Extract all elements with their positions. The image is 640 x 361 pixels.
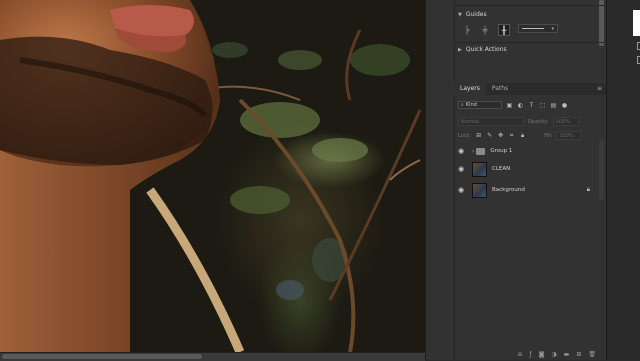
folder-icon xyxy=(476,147,486,155)
align-guides-left-icon[interactable]: ╞ xyxy=(462,25,472,35)
smart-object-filter-icon[interactable]: ▤ xyxy=(550,102,557,109)
lock-transparent-icon[interactable]: ⊞ xyxy=(475,132,482,139)
lock-position-icon[interactable]: ✥ xyxy=(497,132,504,139)
blend-opacity-row: Normal Opacity: 100% xyxy=(458,117,579,126)
layers-panel-tabs: Layers Paths ≡ xyxy=(454,83,606,95)
properties-scrollbar[interactable] xyxy=(599,0,604,46)
layers-bottom-bar: ⊖ ƒ ◙ ◑ ▬ ⊞ 🗑︎ xyxy=(454,348,606,360)
quick-actions-label: Quick Actions xyxy=(465,46,507,53)
layer-name: Group 1 xyxy=(490,148,513,154)
fill-label: Fill: xyxy=(544,132,553,139)
color-swatch[interactable] xyxy=(633,10,640,36)
trash-icon[interactable]: 🗑︎ xyxy=(588,351,596,358)
layers-scrollbar[interactable] xyxy=(599,140,604,200)
tool-strip xyxy=(606,0,640,360)
blend-mode-select[interactable]: Normal xyxy=(458,117,524,126)
eye-icon[interactable]: ◉ xyxy=(454,147,468,155)
canvas-photo xyxy=(0,0,422,352)
chevron-down-icon: ▾ xyxy=(551,25,554,32)
properties-separator xyxy=(454,5,604,6)
tab-layers[interactable]: Layers xyxy=(454,83,486,95)
guides-section-header[interactable]: ▼ Guides xyxy=(458,11,487,18)
adjustment-filter-icon[interactable]: ◐ xyxy=(517,102,524,109)
layer-filter-row: ⌕ Kind ▣ ◐ T ⬚ ▤ ● xyxy=(458,101,568,109)
guide-line-preview xyxy=(522,28,544,29)
guides-label: Guides xyxy=(465,11,487,18)
filter-kind-label: Kind xyxy=(465,102,477,108)
document-canvas[interactable] xyxy=(0,0,425,352)
lock-image-icon[interactable]: ✎ xyxy=(486,132,493,139)
opacity-label: Opacity: xyxy=(528,118,549,125)
tab-paths[interactable]: Paths xyxy=(486,83,514,95)
layer-thumbnail xyxy=(472,161,487,177)
layer-row[interactable]: ◉ › Group 1 xyxy=(454,141,600,161)
filter-kind-select[interactable]: ⌕ Kind xyxy=(458,101,502,109)
fx-icon[interactable]: ƒ xyxy=(529,351,531,358)
layer-name: Background xyxy=(492,187,525,193)
guides-toolbar: ╞ ╪ ╫ xyxy=(462,24,510,36)
layer-row[interactable]: ◉ CLEAN xyxy=(454,159,600,179)
chevron-down-icon: ▼ xyxy=(458,11,462,18)
pixel-filter-icon[interactable]: ▣ xyxy=(506,102,513,109)
adjustment-layer-icon[interactable]: ◑ xyxy=(551,351,556,358)
layer-name: CLEAN xyxy=(492,166,511,172)
filter-toggle-icon[interactable]: ● xyxy=(561,102,568,109)
type-filter-icon[interactable]: T xyxy=(528,102,535,109)
properties-separator xyxy=(454,42,604,43)
lock-all-icon[interactable]: 🔒︎ xyxy=(519,132,526,139)
shape-filter-icon[interactable]: ⬚ xyxy=(539,102,546,109)
new-layer-icon[interactable]: ⊞ xyxy=(576,351,581,358)
fill-input[interactable]: 100% xyxy=(556,131,583,140)
layer-row[interactable]: ◉ Background 🔒︎ xyxy=(454,180,600,200)
lock-label: Lock: xyxy=(458,132,472,139)
add-mask-icon[interactable]: ◙ xyxy=(539,351,545,358)
horizontal-scrollbar-thumb[interactable] xyxy=(2,354,202,359)
lock-icon[interactable]: 🔒︎ xyxy=(587,186,590,194)
link-layers-icon[interactable]: ⊖ xyxy=(517,351,522,358)
panel-menu-icon[interactable]: ≡ xyxy=(597,85,602,92)
align-guides-center-icon[interactable]: ╪ xyxy=(480,25,490,35)
align-guides-vertical-icon[interactable]: ╫ xyxy=(498,24,510,36)
lock-fill-row: Lock: ⊞ ✎ ✥ ⌗ 🔒︎ Fill: 100% xyxy=(458,131,583,140)
new-group-icon[interactable]: ▬ xyxy=(564,351,570,358)
guide-style-select[interactable]: ▾ xyxy=(518,24,558,33)
eye-icon[interactable]: ◉ xyxy=(454,165,468,173)
layer-thumbnail xyxy=(472,182,487,198)
quick-actions-section-header[interactable]: ▶ Quick Actions xyxy=(458,46,507,53)
lock-artboard-icon[interactable]: ⌗ xyxy=(508,132,515,139)
panel-gutter xyxy=(425,0,455,360)
opacity-input[interactable]: 100% xyxy=(552,117,579,126)
chevron-right-icon[interactable]: › xyxy=(472,148,474,155)
search-icon: ⌕ xyxy=(461,102,464,108)
eye-icon[interactable]: ◉ xyxy=(454,186,468,194)
chevron-right-icon: ▶ xyxy=(458,46,462,53)
